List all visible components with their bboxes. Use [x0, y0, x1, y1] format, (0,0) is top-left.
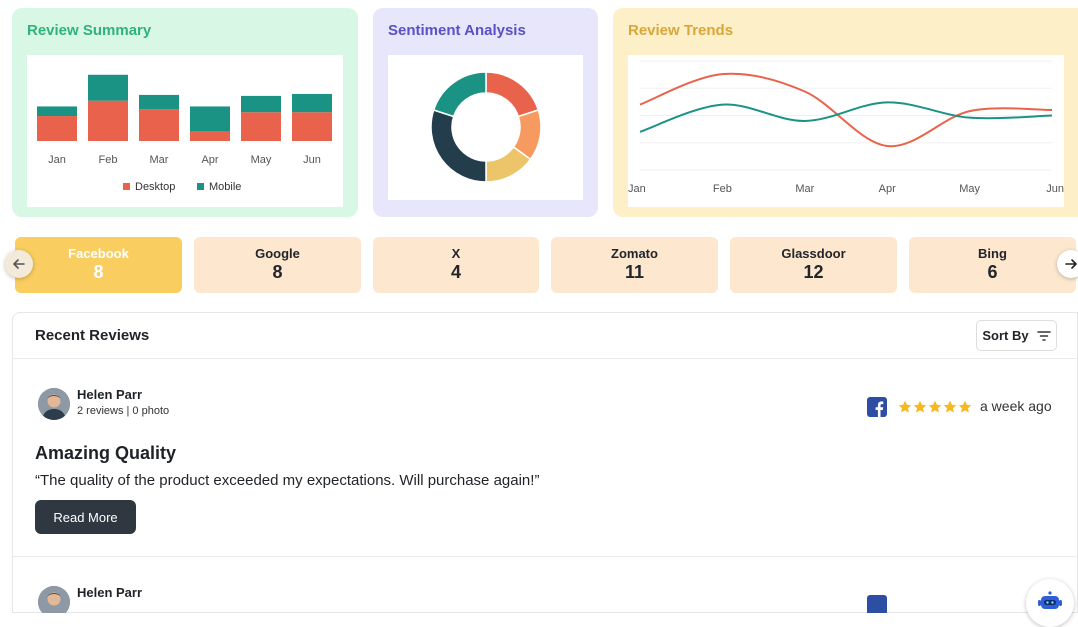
x-tick-label: Jan — [48, 154, 66, 166]
platform-name: Facebook — [68, 246, 129, 261]
carousel-next-button[interactable] — [1057, 250, 1078, 278]
facebook-icon — [867, 397, 887, 417]
bar-mobile-jun — [292, 93, 332, 113]
bar-desktop-jan — [37, 116, 77, 141]
bar-desktop-mar — [139, 109, 179, 141]
x-tick-label: Feb — [99, 154, 118, 166]
review-summary-chart-area: Jan Feb Mar Apr May Jun Desktop Mobile — [27, 55, 343, 207]
legend-swatch — [197, 183, 204, 190]
x-tick-label: May — [251, 154, 272, 166]
recent-reviews-title: Recent Reviews — [35, 327, 150, 344]
platform-chip-google[interactable]: Google 8 — [194, 237, 361, 293]
donut-slice-3 — [430, 109, 487, 183]
sentiment-analysis-card: Sentiment Analysis — [373, 8, 598, 217]
bar-desktop-may — [241, 112, 281, 141]
legend-label: Mobile — [209, 181, 241, 193]
facebook-icon — [867, 595, 887, 613]
platform-name: Zomato — [611, 246, 658, 261]
x-tick-label: Apr — [201, 154, 218, 166]
x-tick-label: Jun — [303, 154, 321, 166]
sentiment-analysis-title: Sentiment Analysis — [388, 22, 526, 39]
review-item: Helen Parr — [13, 557, 1078, 613]
platform-chip-glassdoor[interactable]: Glassdoor 12 — [730, 237, 897, 293]
platform-count: 11 — [624, 262, 645, 282]
donut-slice-4 — [432, 71, 487, 118]
review-trends-card: Review Trends Jan Feb Mar Apr May Jun — [613, 8, 1078, 217]
arrow-right-icon — [1065, 259, 1077, 269]
sort-by-label: Sort By — [982, 328, 1029, 343]
review-author-meta: 2 reviews | 0 photo — [77, 405, 170, 417]
platform-count: 6 — [987, 262, 998, 282]
user-avatar-icon — [38, 388, 70, 420]
platform-count: 8 — [272, 262, 283, 282]
platform-name: Bing — [978, 246, 1007, 261]
donut-slice-0 — [485, 71, 540, 118]
review-body: “The quality of the product exceeded my … — [35, 472, 540, 489]
legend-label: Desktop — [135, 181, 175, 193]
review-summary-bar-chart: Jan Feb Mar Apr May Jun Desktop Mobile — [37, 74, 332, 193]
x-tick-label: Mar — [795, 183, 814, 195]
user-avatar-icon — [38, 586, 70, 613]
review-item: Helen Parr 2 reviews | 0 photo a week ag… — [13, 359, 1078, 556]
x-tick-label: Feb — [713, 183, 732, 195]
read-more-button[interactable]: Read More — [35, 500, 136, 534]
trend-line-1 — [639, 101, 1053, 133]
platform-chip-x[interactable]: X 4 — [373, 237, 539, 293]
x-tick-label: May — [959, 183, 980, 195]
review-summary-card: Review Summary Jan Feb Mar Apr May Jun Desktop… — [12, 8, 358, 217]
bar-desktop-jun — [292, 112, 332, 141]
trends-chart-area: Jan Feb Mar Apr May Jun — [628, 55, 1064, 207]
platform-count: 12 — [803, 262, 824, 282]
review-author: Helen Parr — [77, 585, 143, 600]
platform-name: Google — [255, 246, 300, 261]
platform-name: Glassdoor — [781, 246, 846, 261]
legend-swatch — [123, 183, 130, 190]
recent-reviews-panel: Recent Reviews Sort By Helen Parr 2 revi… — [12, 312, 1078, 613]
review-trends-title: Review Trends — [628, 22, 734, 39]
review-summary-title: Review Summary — [27, 22, 152, 39]
bar-mobile-feb — [88, 74, 128, 101]
bar-desktop-feb — [88, 100, 128, 141]
trend-line-0 — [639, 72, 1053, 148]
sentiment-chart-area — [388, 55, 583, 200]
platform-count: 4 — [450, 262, 461, 282]
robot-icon — [1038, 591, 1062, 609]
bar-mobile-jan — [37, 106, 77, 117]
star-icon — [913, 400, 927, 413]
star-rating — [898, 398, 972, 416]
platform-chip-zomato[interactable]: Zomato 11 — [551, 237, 718, 293]
star-icon — [943, 400, 957, 413]
star-icon — [928, 400, 942, 413]
review-author: Helen Parr — [77, 387, 143, 402]
star-icon — [898, 400, 912, 413]
avatar — [38, 586, 70, 613]
avatar — [38, 388, 70, 420]
x-tick-label: Mar — [150, 154, 169, 166]
chat-assistant-button[interactable] — [1026, 579, 1074, 627]
platform-chip-facebook[interactable]: Facebook 8 — [15, 237, 182, 293]
filter-icon — [1036, 330, 1051, 341]
bar-mobile-apr — [190, 106, 230, 132]
bar-mobile-mar — [139, 94, 179, 110]
arrow-left-icon — [13, 259, 25, 269]
x-tick-label: Apr — [879, 183, 896, 195]
review-headline: Amazing Quality — [35, 443, 177, 463]
carousel-prev-button[interactable] — [5, 250, 33, 278]
bar-mobile-may — [241, 95, 281, 113]
platform-name: X — [451, 246, 461, 261]
x-tick-label: Jan — [628, 183, 646, 195]
bar-desktop-apr — [190, 131, 230, 141]
sentiment-donut-chart — [430, 71, 542, 183]
x-tick-label: Jun — [1046, 183, 1064, 195]
sort-by-button[interactable]: Sort By — [976, 320, 1057, 351]
platform-count: 8 — [93, 262, 104, 282]
star-icon — [958, 400, 972, 413]
review-trends-line-chart: Jan Feb Mar Apr May Jun — [628, 60, 1064, 195]
review-time: a week ago — [980, 398, 1052, 414]
platform-chip-bing[interactable]: Bing 6 — [909, 237, 1076, 293]
